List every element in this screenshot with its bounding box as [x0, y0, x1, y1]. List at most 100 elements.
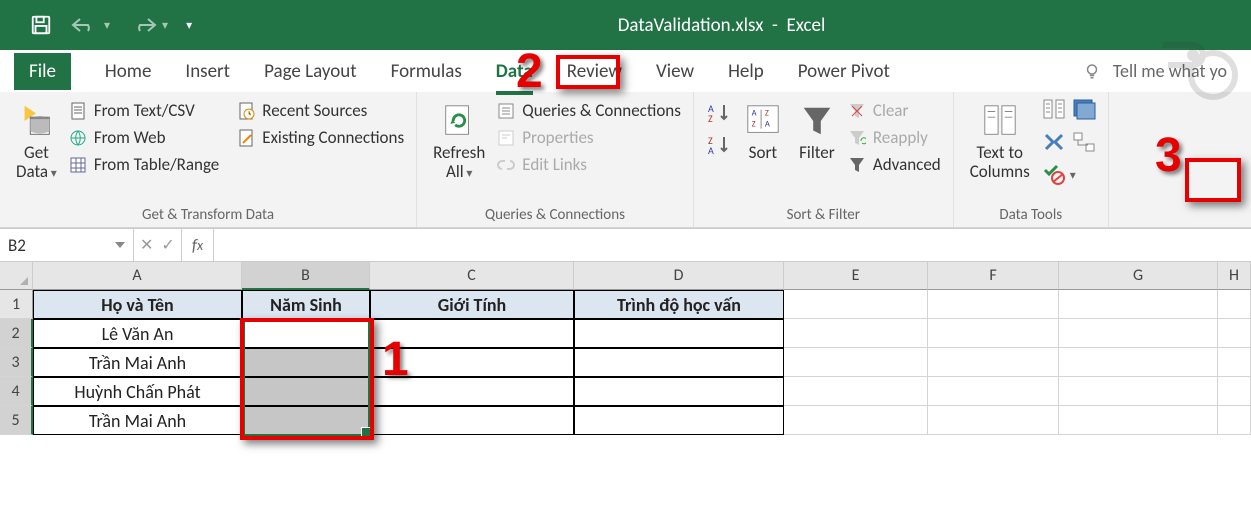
from-text-csv-button[interactable]: From Text/CSV [69, 100, 219, 121]
cell-C5[interactable] [370, 406, 574, 435]
sort-asc-button[interactable]: AZ [706, 102, 732, 124]
spreadsheet-grid[interactable]: A B C D E F G H 1 Họ và Tên Năm Sinh Giớ… [0, 262, 1251, 435]
col-header-B[interactable]: B [242, 262, 370, 290]
row-header-3[interactable]: 3 [0, 348, 33, 377]
row-header-2[interactable]: 2 [0, 319, 33, 348]
cell-A2[interactable]: Lê Văn An [33, 319, 242, 348]
tab-home[interactable]: Home [105, 54, 152, 89]
tab-review[interactable]: Review [567, 54, 622, 89]
row-header-4[interactable]: 4 [0, 377, 33, 406]
cell-G2[interactable] [1059, 319, 1218, 348]
cell-F5[interactable] [928, 406, 1059, 435]
col-header-D[interactable]: D [574, 262, 784, 290]
col-header-A[interactable]: A [33, 262, 242, 290]
from-web-button[interactable]: From Web [69, 127, 219, 148]
clear-icon [848, 102, 866, 120]
refresh-all-button[interactable]: RefreshAll ▾ [429, 98, 489, 181]
cell-A5[interactable]: Trần Mai Anh [33, 406, 242, 435]
cell-B2[interactable] [242, 319, 370, 348]
sort-button[interactable]: AZZA Sort [740, 98, 786, 163]
select-all-triangle[interactable] [0, 262, 33, 290]
remove-duplicates-icon[interactable] [1072, 98, 1096, 125]
undo-icon[interactable]: ▾ [70, 16, 110, 34]
from-table-range-button[interactable]: From Table/Range [69, 154, 219, 175]
tab-formulas[interactable]: Formulas [391, 54, 462, 89]
tab-view[interactable]: View [656, 54, 694, 89]
cell-E5[interactable] [784, 406, 928, 435]
queries-connections-button[interactable]: Queries & Connections [497, 100, 681, 121]
cell-F2[interactable] [928, 319, 1059, 348]
data-validation-button[interactable]: ▾ [1042, 164, 1076, 186]
cell-H4[interactable] [1218, 377, 1251, 406]
cell-H2[interactable] [1218, 319, 1251, 348]
cell-F4[interactable] [928, 377, 1059, 406]
redo-icon[interactable]: ▾ [128, 16, 168, 34]
recent-sources-button[interactable]: Recent Sources [237, 100, 404, 121]
get-data-button[interactable]: GetData ▾ [12, 98, 61, 181]
cell-C1[interactable]: Giới Tính [370, 290, 574, 319]
tab-file[interactable]: File [14, 53, 71, 90]
col-header-F[interactable]: F [928, 262, 1059, 290]
refresh-all-label: RefreshAll [433, 142, 485, 182]
fx-icon[interactable]: fx [182, 229, 214, 261]
relationships-icon[interactable] [1072, 131, 1096, 158]
cell-B4[interactable] [242, 377, 370, 406]
cell-F1[interactable] [928, 290, 1059, 319]
tab-insert[interactable]: Insert [185, 54, 230, 89]
filter-button[interactable]: Filter [794, 98, 840, 163]
flash-fill-icon[interactable] [1042, 98, 1066, 125]
advanced-filter-button[interactable]: Advanced [848, 154, 941, 175]
cell-H1[interactable] [1218, 290, 1251, 319]
tab-help[interactable]: Help [728, 54, 764, 89]
cell-G3[interactable] [1059, 348, 1218, 377]
cell-D5[interactable] [574, 406, 784, 435]
cell-E2[interactable] [784, 319, 928, 348]
formula-input[interactable] [214, 229, 1251, 261]
cell-D1[interactable]: Trình độ học vấn [574, 290, 784, 319]
row-header-1[interactable]: 1 [0, 290, 33, 319]
row-header-5[interactable]: 5 [0, 406, 33, 435]
cell-G1[interactable] [1059, 290, 1218, 319]
col-header-E[interactable]: E [784, 262, 928, 290]
cell-G4[interactable] [1059, 377, 1218, 406]
cell-E3[interactable] [784, 348, 928, 377]
sort-desc-button[interactable]: ZA [706, 134, 732, 156]
consolidate-icon[interactable] [1042, 131, 1066, 158]
existing-connections-button[interactable]: Existing Connections [237, 127, 404, 148]
cell-A4[interactable]: Huỳnh Chấn Phát [33, 377, 242, 406]
queries-connections-icon [497, 102, 515, 120]
name-box[interactable]: B2 [0, 229, 134, 261]
cell-D2[interactable] [574, 319, 784, 348]
cell-B5[interactable] [242, 406, 370, 435]
recent-sources-icon [237, 102, 255, 120]
cell-B3[interactable] [242, 348, 370, 377]
col-header-H[interactable]: H [1218, 262, 1251, 290]
cell-E4[interactable] [784, 377, 928, 406]
tab-page-layout[interactable]: Page Layout [264, 54, 357, 89]
save-icon[interactable] [30, 14, 52, 36]
cell-D3[interactable] [574, 348, 784, 377]
group-label-queries: Queries & Connections [429, 203, 681, 224]
cell-B1[interactable]: Năm Sinh [242, 290, 370, 319]
col-header-C[interactable]: C [370, 262, 574, 290]
group-label-get-transform: Get & Transform Data [12, 203, 404, 224]
cell-H3[interactable] [1218, 348, 1251, 377]
col-header-G[interactable]: G [1059, 262, 1218, 290]
cell-F3[interactable] [928, 348, 1059, 377]
cell-A3[interactable]: Trần Mai Anh [33, 348, 242, 377]
cell-G5[interactable] [1059, 406, 1218, 435]
cell-H5[interactable] [1218, 406, 1251, 435]
cell-E1[interactable] [784, 290, 928, 319]
formula-bar-buttons: ✕ ✓ [134, 229, 182, 261]
sort-asc-icon: AZ [706, 102, 732, 124]
watermark-icon [1163, 25, 1243, 105]
cell-D4[interactable] [574, 377, 784, 406]
svg-text:A: A [708, 144, 714, 156]
cell-A1[interactable]: Họ và Tên [33, 290, 242, 319]
advanced-icon [848, 156, 866, 174]
tab-power-pivot[interactable]: Power Pivot [798, 54, 890, 89]
grid-row: 2 Lê Văn An [0, 319, 1251, 348]
ttc-label: Text toColumns [970, 142, 1030, 182]
title-appname: Excel [786, 14, 825, 37]
text-to-columns-button[interactable]: Text toColumns [966, 98, 1034, 181]
